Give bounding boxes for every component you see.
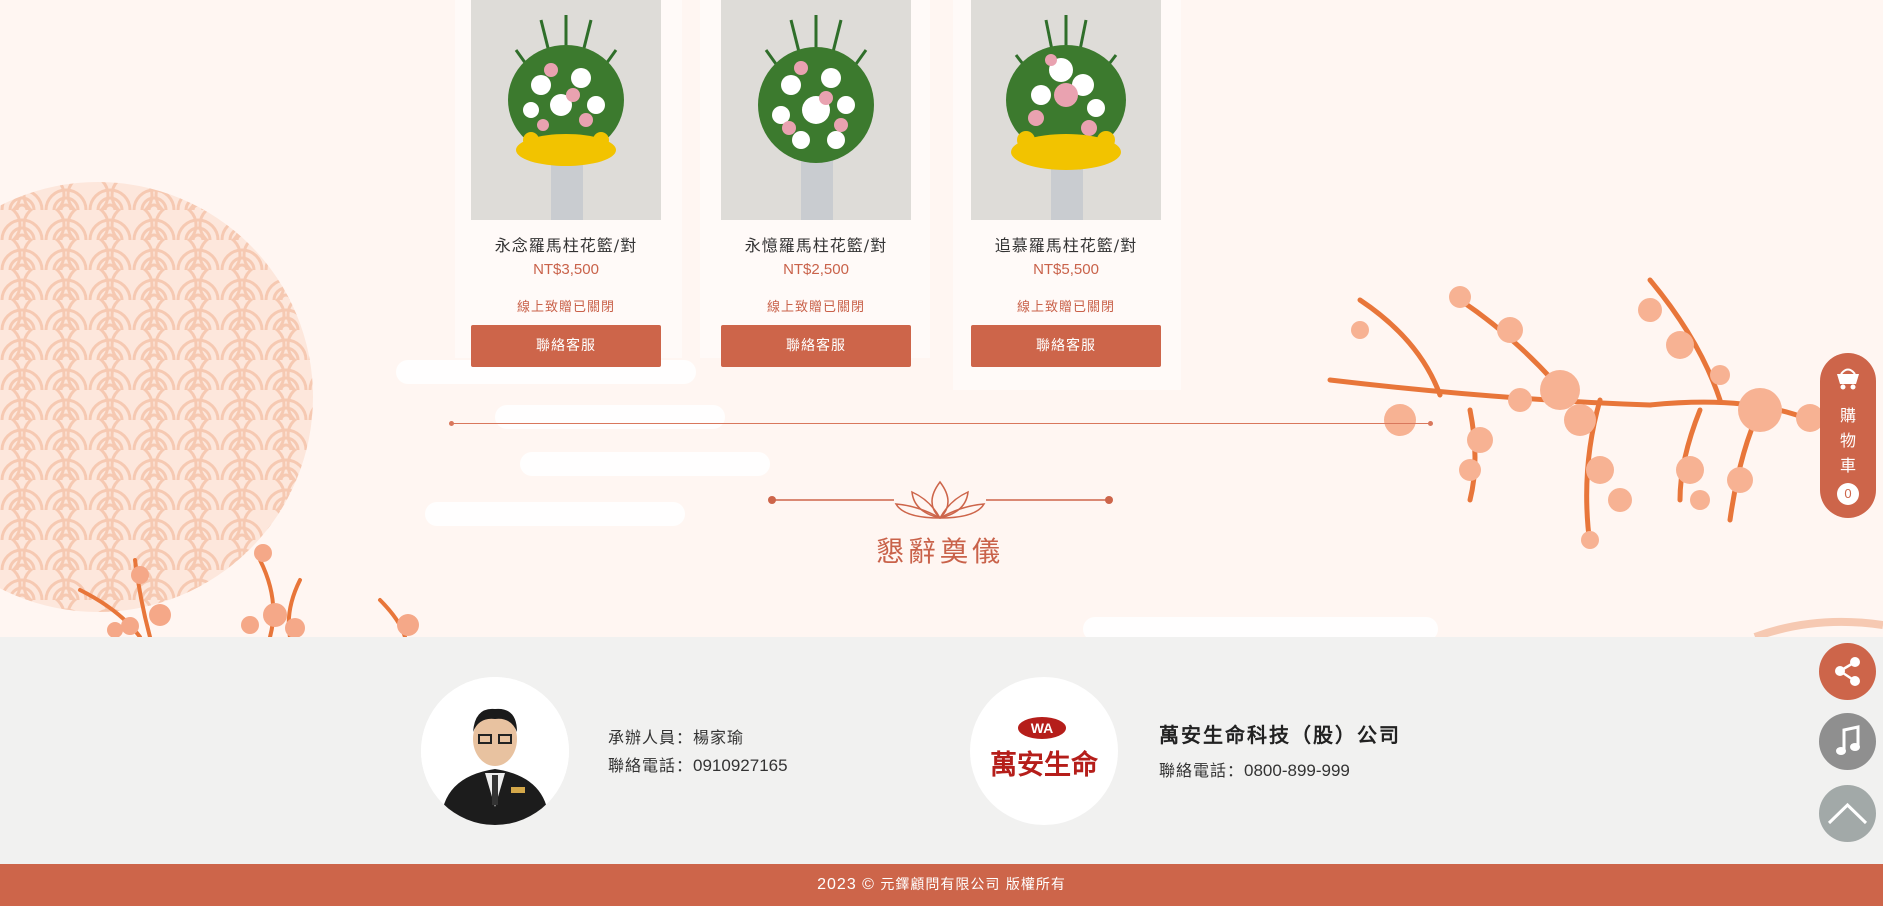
company-phone[interactable]: 0800-899-999 xyxy=(1244,761,1350,780)
product-price: NT$3,500 xyxy=(533,261,599,278)
product-price: NT$5,500 xyxy=(1033,261,1099,278)
lotus-icon xyxy=(768,480,1113,520)
cart-label: 購物車 xyxy=(1820,403,1876,478)
section-divider xyxy=(449,421,1433,426)
product-image[interactable] xyxy=(971,0,1161,220)
back-to-top-button[interactable] xyxy=(1819,785,1876,842)
copyright-bar: 2023 © 元鐸顧問有限公司 版權所有 xyxy=(0,864,1883,906)
staff-name: 承辦人員：楊家瑜 xyxy=(608,728,745,747)
logo-badge: WA xyxy=(1018,717,1066,739)
company-name: 萬安生命科技（股）公司 xyxy=(1159,723,1401,747)
company-logo: WA 萬安生命 xyxy=(970,677,1118,825)
contact-service-button[interactable]: 聯絡客服 xyxy=(471,325,661,367)
product-image[interactable] xyxy=(721,0,911,220)
contact-service-button[interactable]: 聯絡客服 xyxy=(971,325,1161,367)
product-image[interactable] xyxy=(471,0,661,220)
product-name[interactable]: 永念羅馬柱花籃/對 xyxy=(471,232,661,255)
product-card[interactable]: 永憶羅馬柱花籃/對 NT$2,500 線上致贈已關閉 聯絡客服 xyxy=(721,0,911,367)
product-status: 線上致贈已關閉 xyxy=(766,300,865,315)
product-status: 線上致贈已關閉 xyxy=(1016,300,1115,315)
contact-service-button[interactable]: 聯絡客服 xyxy=(721,325,911,367)
product-status: 線上致贈已關閉 xyxy=(516,300,615,315)
share-button[interactable] xyxy=(1819,643,1876,700)
copyright-year: 2023 © xyxy=(817,876,875,893)
cloud-decoration xyxy=(425,502,685,526)
company-phone-label: 聯絡電話： xyxy=(1159,761,1245,780)
product-card[interactable]: 永念羅馬柱花籃/對 NT$3,500 線上致贈已關閉 聯絡客服 xyxy=(471,0,661,367)
footer-info xyxy=(0,637,1883,864)
share-icon xyxy=(1835,657,1860,686)
cart-label-text: 購物車 xyxy=(1840,406,1857,475)
product-name[interactable]: 永憶羅馬柱花籃/對 xyxy=(721,232,911,255)
staff-phone-label: 聯絡電話： xyxy=(608,756,694,775)
person-photo xyxy=(421,677,569,825)
copyright-text: 元鐸顧問有限公司 版權所有 xyxy=(880,877,1066,893)
staff-avatar xyxy=(421,677,569,825)
cart-icon xyxy=(1837,368,1859,390)
flower-basket-image xyxy=(1006,15,1126,220)
logo-text: 萬安生命 xyxy=(990,750,1098,781)
section-title: 懇辭奠儀 xyxy=(875,535,1004,568)
music-icon xyxy=(1836,725,1860,755)
cart-count: 0 xyxy=(1837,483,1859,505)
product-price: NT$2,500 xyxy=(783,261,849,278)
flower-basket-image xyxy=(758,15,874,220)
cart-button[interactable]: 購物車 0 xyxy=(1820,353,1876,518)
cloud-decoration xyxy=(495,405,725,429)
staff-phone[interactable]: 0910927165 xyxy=(693,756,788,775)
cloud-decoration xyxy=(520,452,770,476)
product-name[interactable]: 追慕羅馬柱花籃/對 xyxy=(971,232,1161,255)
staff-phone-row: 聯絡電話：0910927165 xyxy=(608,752,788,776)
back-to-top-icon xyxy=(1827,802,1868,825)
product-card[interactable]: 追慕羅馬柱花籃/對 NT$5,500 線上致贈已關閉 聯絡客服 xyxy=(971,0,1161,367)
music-button[interactable] xyxy=(1819,713,1876,770)
flower-basket-image xyxy=(508,15,624,220)
company-phone-row: 聯絡電話：0800-899-999 xyxy=(1159,757,1350,781)
